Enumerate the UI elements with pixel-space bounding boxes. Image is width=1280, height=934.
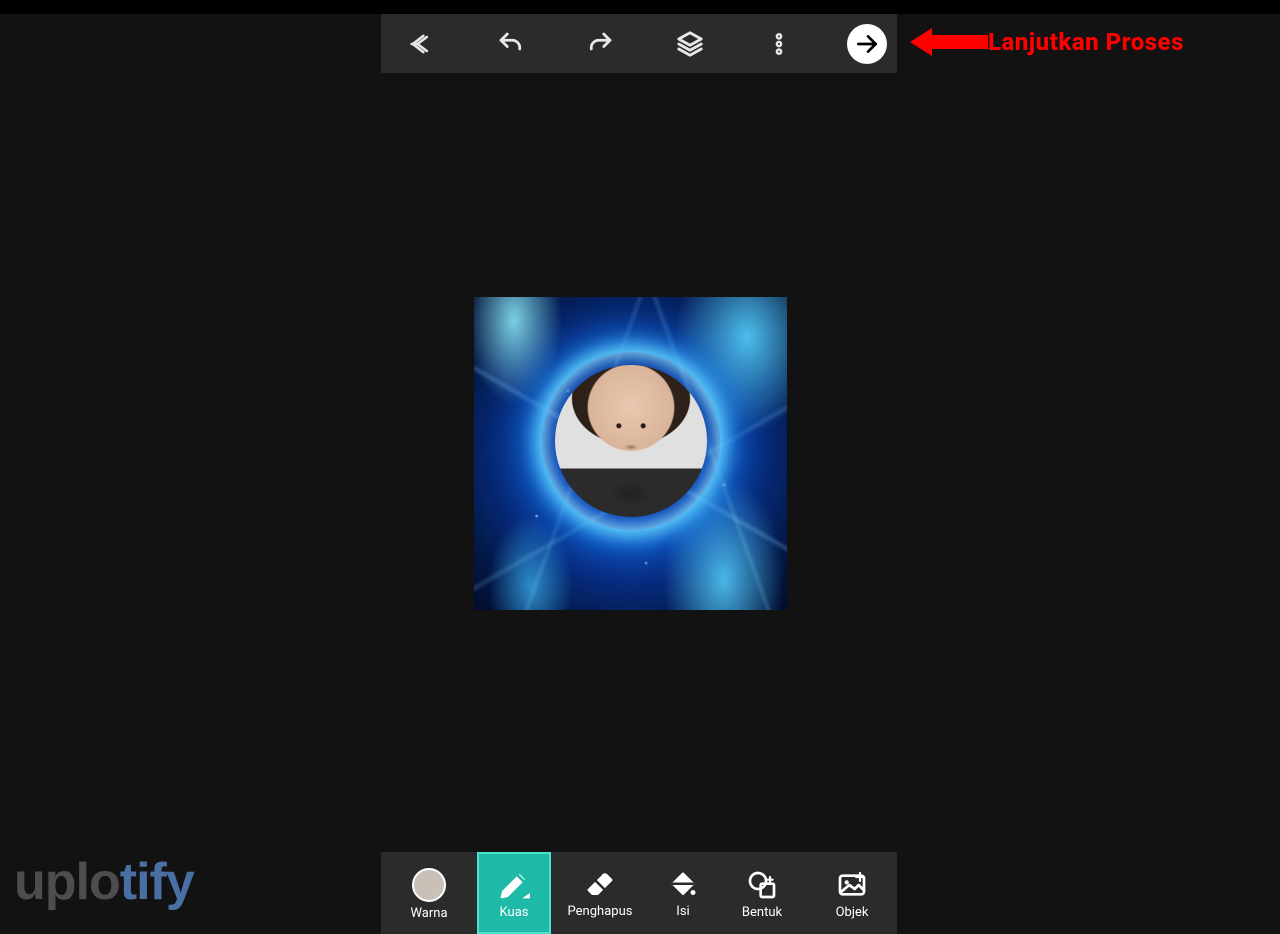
object-tool-label: Objek bbox=[836, 905, 869, 920]
arrow-right-icon bbox=[854, 31, 880, 57]
back-arrow-icon bbox=[407, 30, 435, 58]
fill-tool[interactable]: Isi bbox=[649, 852, 717, 934]
redo-button[interactable] bbox=[578, 22, 622, 66]
shape-tool-label: Bentuk bbox=[742, 905, 782, 920]
brush-tool-label: Kuas bbox=[500, 905, 529, 920]
redo-icon bbox=[585, 29, 615, 59]
layers-button[interactable] bbox=[668, 22, 712, 66]
eraser-tool-label: Penghapus bbox=[568, 904, 633, 919]
more-options-button[interactable] bbox=[757, 22, 801, 66]
object-icon bbox=[836, 869, 868, 901]
top-black-strip bbox=[0, 0, 1280, 14]
layers-icon bbox=[675, 29, 705, 59]
editor-canvas[interactable] bbox=[474, 297, 787, 610]
active-color-swatch bbox=[412, 868, 446, 902]
color-tool-label: Warna bbox=[410, 906, 447, 921]
continue-button[interactable] bbox=[847, 24, 887, 64]
watermark-part2: tify bbox=[120, 853, 194, 911]
fill-icon bbox=[668, 870, 698, 900]
back-button[interactable] bbox=[399, 22, 443, 66]
watermark-part1: uplo bbox=[14, 853, 120, 911]
shape-tool[interactable]: Bentuk bbox=[717, 852, 807, 934]
shape-icon bbox=[746, 869, 778, 901]
eraser-tool[interactable]: Penghapus bbox=[551, 852, 649, 934]
annotation-arrow-icon bbox=[910, 22, 990, 62]
color-tool[interactable]: Warna bbox=[381, 852, 477, 934]
undo-icon bbox=[496, 29, 526, 59]
annotation-label: Lanjutkan Proses bbox=[988, 28, 1184, 56]
brush-tool[interactable]: Kuas bbox=[477, 852, 551, 934]
undo-button[interactable] bbox=[489, 22, 533, 66]
more-vertical-icon bbox=[766, 31, 792, 57]
brush-icon bbox=[498, 869, 530, 901]
fill-tool-label: Isi bbox=[676, 904, 689, 919]
object-tool[interactable]: Objek bbox=[807, 852, 897, 934]
eraser-icon bbox=[585, 870, 615, 900]
bottom-toolbar: Warna Kuas Penghapus Isi Bentuk Objek bbox=[381, 852, 897, 934]
top-toolbar bbox=[381, 14, 897, 73]
watermark: uplotify bbox=[14, 852, 194, 912]
canvas-portrait bbox=[555, 365, 707, 517]
